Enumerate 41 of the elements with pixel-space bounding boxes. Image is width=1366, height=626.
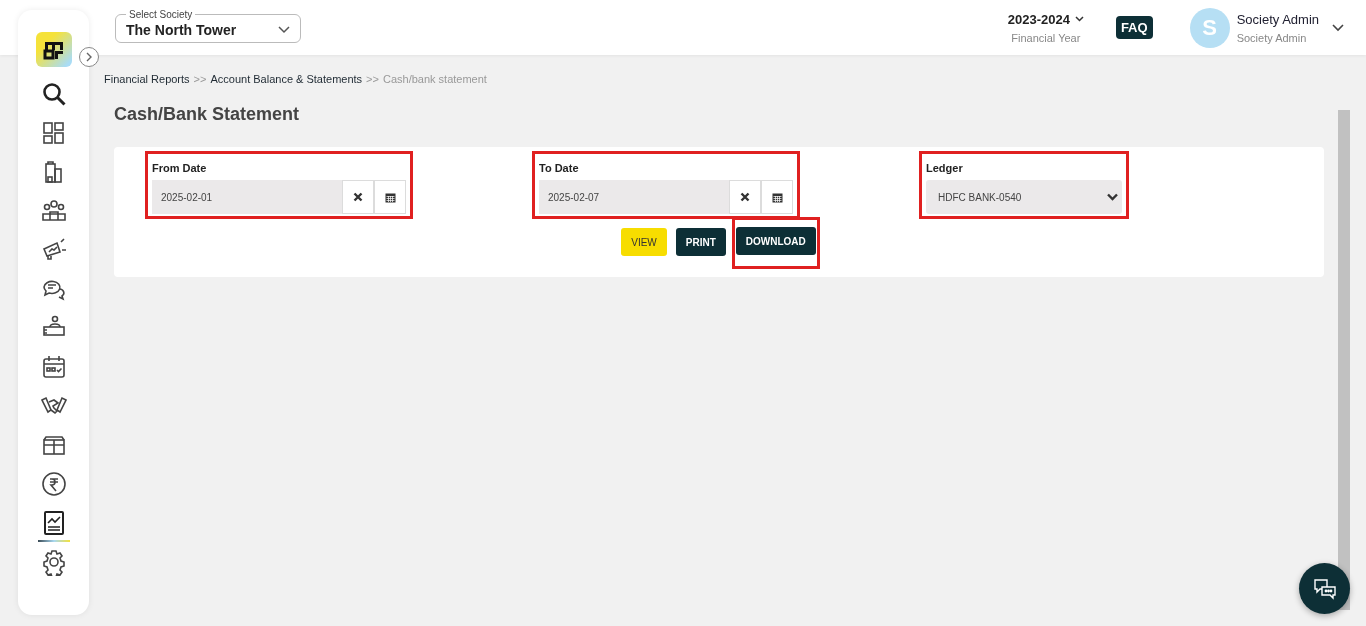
close-icon [353, 192, 363, 202]
chevron-down-icon [1107, 193, 1118, 201]
field-label: From Date [152, 162, 208, 174]
chevron-down-icon [278, 26, 290, 34]
action-button[interactable]: DOWNLOAD [735, 227, 816, 255]
chat-button[interactable] [1299, 563, 1350, 614]
close-icon [740, 192, 750, 202]
page-title: Cash/Bank Statement [114, 104, 301, 125]
breadcrumb-separator: >> [366, 73, 379, 85]
user-name: Society Admin [1236, 11, 1319, 27]
user-role: Society Admin [1236, 31, 1308, 44]
view-button[interactable]: VIEW [621, 228, 667, 256]
field-label: To Date [539, 162, 580, 174]
logo-icon[interactable] [35, 32, 72, 67]
action-button[interactable]: PRINT [675, 228, 726, 256]
scrollbar-thumb[interactable] [1338, 110, 1350, 610]
clear-button[interactable] [729, 180, 761, 214]
field-label: Ledger [926, 162, 964, 174]
calendar-button[interactable] [761, 180, 793, 214]
breadcrumb-link[interactable]: Financial Reports [104, 73, 190, 85]
report-nav-icon[interactable] [37, 509, 70, 542]
calendar-icon [771, 191, 783, 203]
faq-button[interactable]: FAQ [1115, 16, 1153, 39]
expand-sidebar-button[interactable] [79, 47, 99, 67]
date-field[interactable]: 2025-02-07 [539, 180, 729, 214]
chat-bubbles-icon [1311, 576, 1338, 601]
chevron-down-icon [1074, 16, 1084, 22]
breadcrumb-link[interactable]: Account Balance & Statements [210, 73, 363, 85]
financial-year-caption: Financial Year [1011, 31, 1081, 44]
breadcrumb-separator: >> [193, 73, 207, 85]
chevron-down-icon[interactable] [1332, 23, 1344, 32]
calendar-button[interactable] [374, 180, 406, 214]
ledger-select[interactable]: HDFC BANK-0540 [926, 180, 1122, 214]
society-select[interactable]: Select Society The North Tower [115, 8, 301, 43]
clear-button[interactable] [342, 180, 374, 214]
calendar-icon [384, 191, 396, 203]
avatar-circle: S [1189, 7, 1230, 48]
financial-year-select[interactable]: 2023-2024 [1007, 11, 1084, 27]
chevron-right-icon [85, 52, 93, 62]
date-field[interactable]: 2025-02-01 [152, 180, 342, 214]
field-label: Select Society [128, 8, 194, 21]
